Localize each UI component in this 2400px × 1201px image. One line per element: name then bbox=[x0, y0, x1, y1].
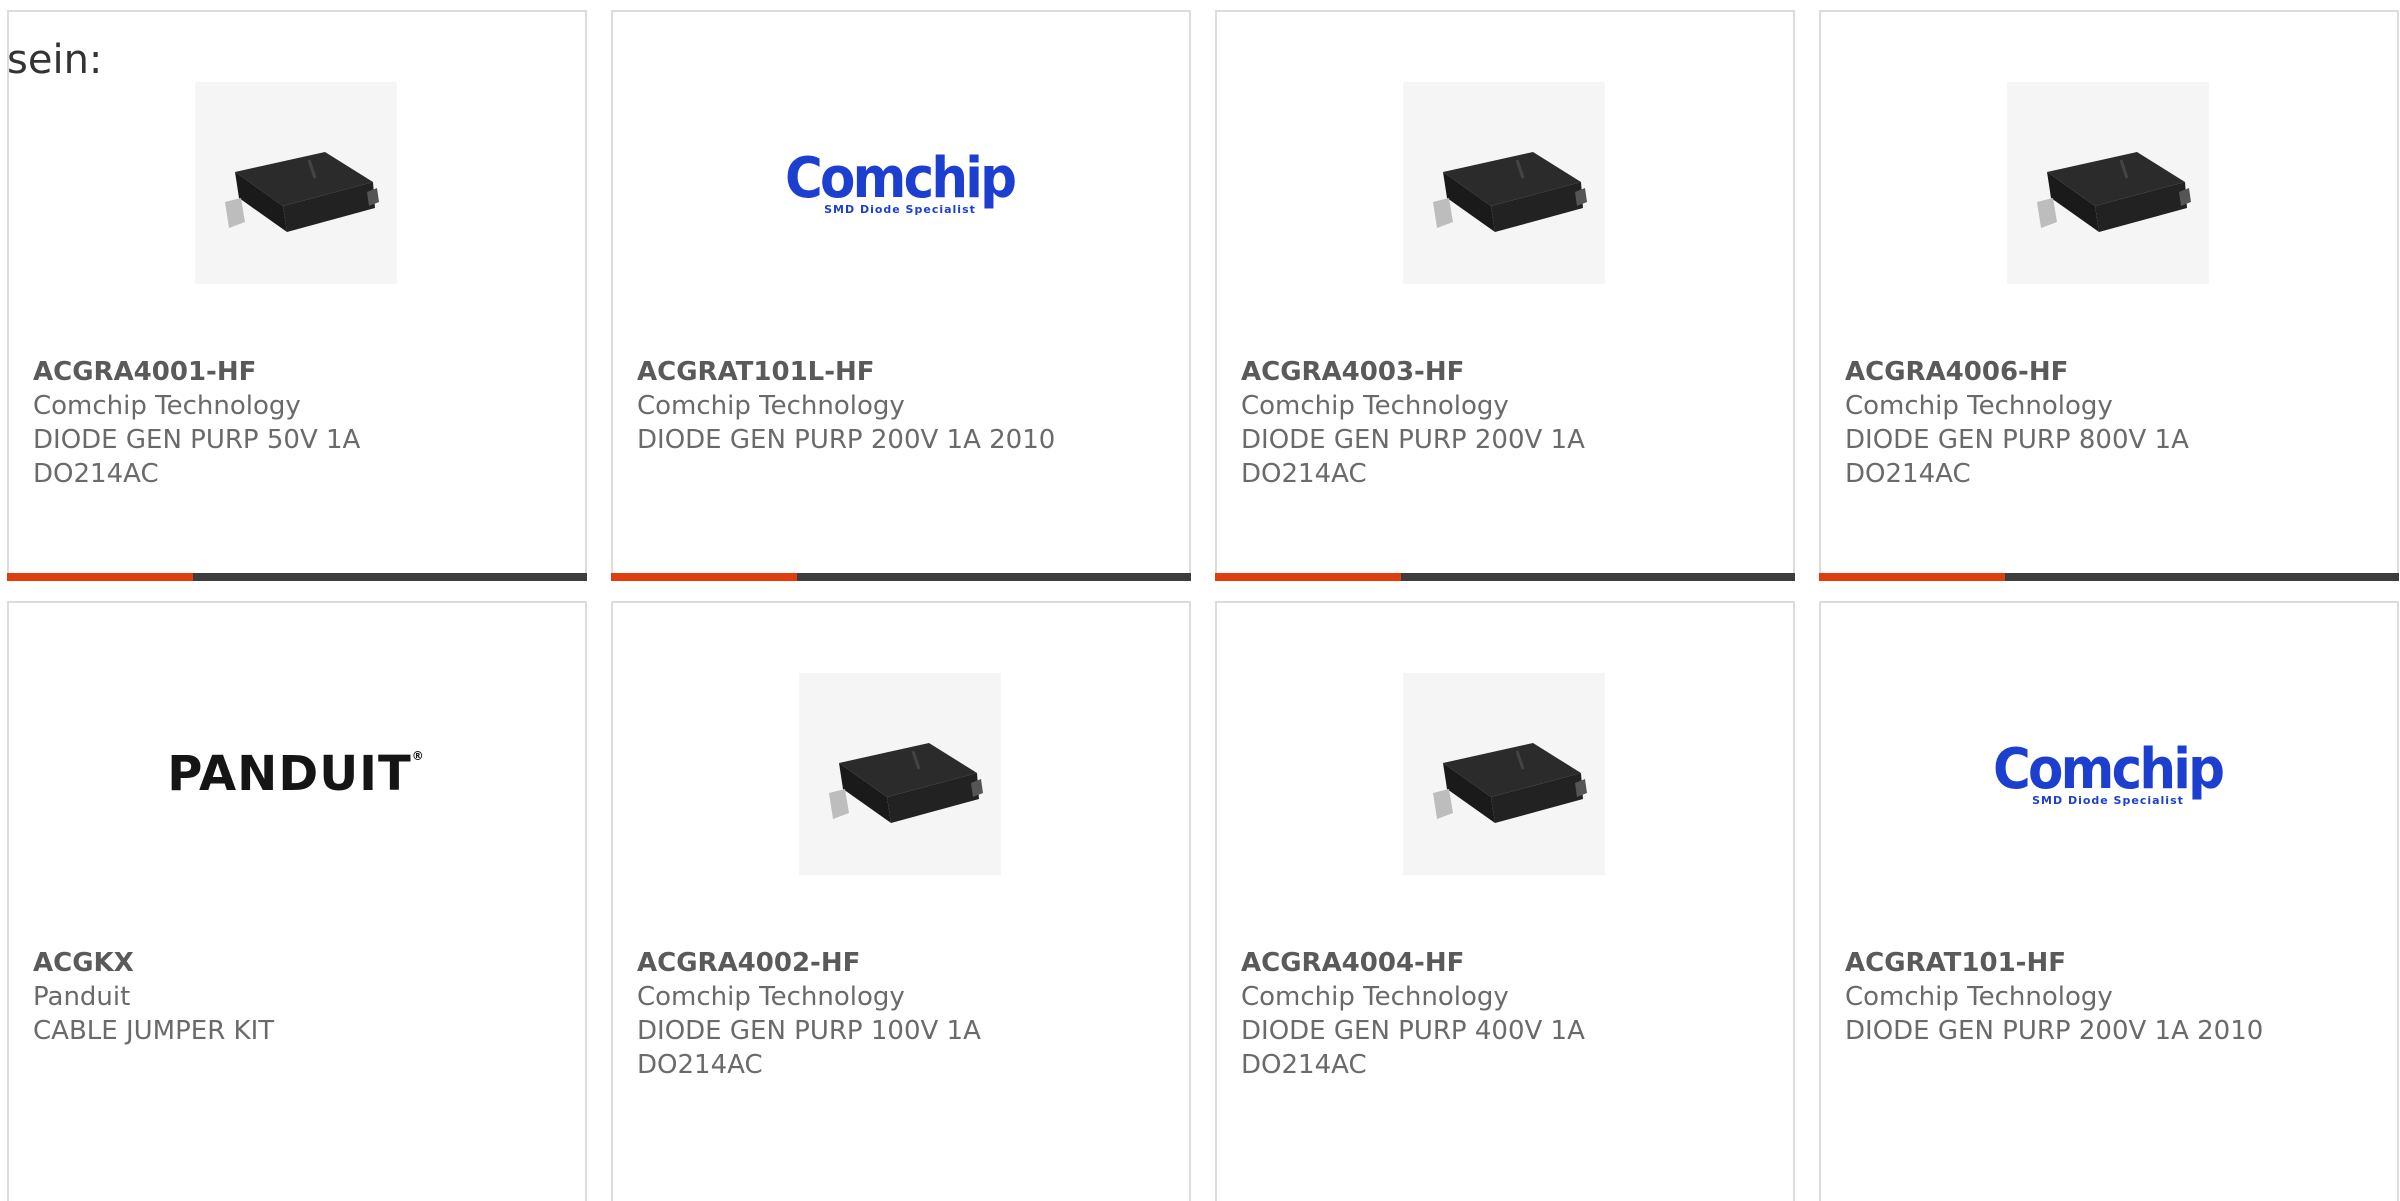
product-image[interactable]: Comchip SMD Diode Specialist bbox=[785, 82, 1017, 284]
registered-mark-icon: ® bbox=[411, 749, 425, 763]
product-info: ACGRAT101L-HF Comchip Technology DIODE G… bbox=[637, 355, 1165, 457]
progress-bar bbox=[611, 573, 1191, 581]
logo-word: PANDUIT bbox=[167, 746, 412, 802]
manufacturer: Comchip Technology bbox=[1845, 982, 2113, 1012]
description: DIODE GEN PURP 400V 1A bbox=[1241, 1016, 1585, 1046]
smd-diode-icon bbox=[829, 743, 983, 823]
package: DO214AC bbox=[637, 1050, 763, 1080]
product-info: ACGRAT101-HF Comchip Technology DIODE GE… bbox=[1845, 946, 2373, 1048]
package: DO214AC bbox=[1241, 1050, 1367, 1080]
part-number[interactable]: ACGRA4003-HF bbox=[1241, 355, 1769, 389]
description: CABLE JUMPER KIT bbox=[33, 1016, 275, 1046]
product-card[interactable]: Comchip SMD Diode Specialist ACGRAT101-H… bbox=[1819, 601, 2399, 1201]
description: DIODE GEN PURP 200V 1A 2010 bbox=[637, 425, 1056, 455]
description: DIODE GEN PURP 800V 1A bbox=[1845, 425, 2189, 455]
product-card[interactable]: PANDUIT® ACGKX Panduit CABLE JUMPER KIT bbox=[7, 601, 587, 1201]
product-card[interactable]: ACGRA4006-HF Comchip Technology DIODE GE… bbox=[1819, 10, 2399, 581]
product-card[interactable]: ACGRA4003-HF Comchip Technology DIODE GE… bbox=[1215, 10, 1795, 581]
logo-word: Comchip bbox=[1993, 737, 2225, 802]
progress-bar bbox=[7, 573, 587, 581]
manufacturer: Comchip Technology bbox=[1241, 982, 1509, 1012]
product-info: ACGRA4003-HF Comchip Technology DIODE GE… bbox=[1241, 355, 1769, 491]
description: DIODE GEN PURP 100V 1A bbox=[637, 1016, 981, 1046]
progress-fill bbox=[7, 573, 193, 581]
part-number[interactable]: ACGRA4002-HF bbox=[637, 946, 1165, 980]
product-image[interactable] bbox=[1403, 673, 1605, 875]
description: DIODE GEN PURP 200V 1A 2010 bbox=[1845, 1016, 2264, 1046]
part-number[interactable]: ACGRAT101L-HF bbox=[637, 355, 1165, 389]
product-image[interactable]: Comchip SMD Diode Specialist bbox=[1993, 673, 2225, 875]
product-grid: ACGRA4001-HF Comchip Technology DIODE GE… bbox=[7, 10, 2400, 1201]
manufacturer: Comchip Technology bbox=[637, 982, 905, 1012]
smd-diode-icon bbox=[2037, 152, 2191, 232]
product-image[interactable] bbox=[799, 673, 1001, 875]
product-info: ACGRA4004-HF Comchip Technology DIODE GE… bbox=[1241, 946, 1769, 1082]
part-number[interactable]: ACGRAT101-HF bbox=[1845, 946, 2373, 980]
description: DIODE GEN PURP 200V 1A bbox=[1241, 425, 1585, 455]
smd-diode-icon bbox=[1433, 743, 1587, 823]
package: DO214AC bbox=[1241, 459, 1367, 489]
intro-text: sein: bbox=[7, 37, 103, 83]
progress-fill bbox=[1819, 573, 2005, 581]
product-card[interactable]: ACGRA4001-HF Comchip Technology DIODE GE… bbox=[7, 10, 587, 581]
product-card[interactable]: ACGRA4004-HF Comchip Technology DIODE GE… bbox=[1215, 601, 1795, 1201]
product-image[interactable]: PANDUIT® bbox=[167, 673, 424, 875]
smd-diode-icon bbox=[1433, 152, 1587, 232]
package: DO214AC bbox=[1845, 459, 1971, 489]
part-number[interactable]: ACGRA4001-HF bbox=[33, 355, 561, 389]
progress-fill bbox=[1215, 573, 1401, 581]
part-number[interactable]: ACGKX bbox=[33, 946, 561, 980]
progress-bar bbox=[1215, 573, 1795, 581]
product-image[interactable] bbox=[195, 82, 397, 284]
product-info: ACGRA4001-HF Comchip Technology DIODE GE… bbox=[33, 355, 561, 491]
part-number[interactable]: ACGRA4004-HF bbox=[1241, 946, 1769, 980]
part-number[interactable]: ACGRA4006-HF bbox=[1845, 355, 2373, 389]
manufacturer: Comchip Technology bbox=[1845, 391, 2113, 421]
logo-word: Comchip bbox=[785, 146, 1017, 211]
comchip-logo: Comchip SMD Diode Specialist bbox=[1983, 737, 2232, 807]
smd-diode-icon bbox=[225, 152, 379, 232]
manufacturer: Comchip Technology bbox=[637, 391, 905, 421]
product-info: ACGRA4002-HF Comchip Technology DIODE GE… bbox=[637, 946, 1165, 1082]
manufacturer: Comchip Technology bbox=[1241, 391, 1509, 421]
product-image[interactable] bbox=[1403, 82, 1605, 284]
description: DIODE GEN PURP 50V 1A bbox=[33, 425, 361, 455]
product-info: ACGKX Panduit CABLE JUMPER KIT bbox=[33, 946, 561, 1048]
product-info: ACGRA4006-HF Comchip Technology DIODE GE… bbox=[1845, 355, 2373, 491]
progress-bar bbox=[1819, 573, 2399, 581]
comchip-logo: Comchip SMD Diode Specialist bbox=[775, 146, 1024, 216]
product-card[interactable]: Comchip SMD Diode Specialist ACGRAT101L-… bbox=[611, 10, 1191, 581]
product-image[interactable] bbox=[2007, 82, 2209, 284]
package: DO214AC bbox=[33, 459, 159, 489]
progress-fill bbox=[611, 573, 797, 581]
panduit-logo: PANDUIT® bbox=[167, 750, 425, 798]
manufacturer: Panduit bbox=[33, 982, 131, 1012]
manufacturer: Comchip Technology bbox=[33, 391, 301, 421]
product-card[interactable]: ACGRA4002-HF Comchip Technology DIODE GE… bbox=[611, 601, 1191, 1201]
